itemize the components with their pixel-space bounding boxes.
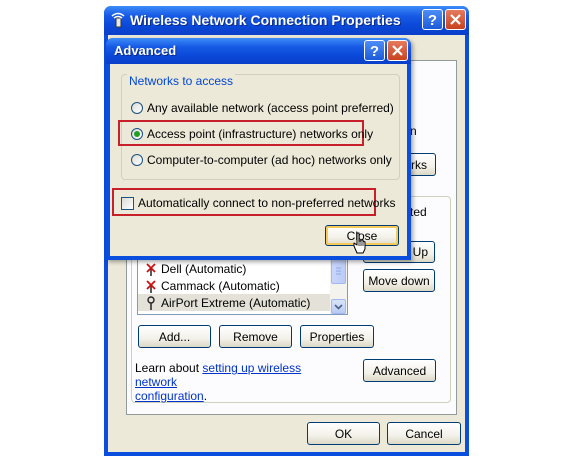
advanced-dialog-title: Advanced xyxy=(114,43,177,58)
move-down-label: Move down xyxy=(368,273,430,288)
wireless-network-icon xyxy=(147,295,155,310)
remove-button[interactable]: Remove xyxy=(219,325,292,348)
move-up-label: Up xyxy=(412,245,428,259)
antenna-icon xyxy=(146,279,156,293)
remove-label: Remove xyxy=(233,329,278,344)
move-down-button[interactable]: Move down xyxy=(363,269,435,292)
adhoc-radio[interactable] xyxy=(131,154,143,166)
help-icon: ? xyxy=(428,12,437,27)
ok-label: OK xyxy=(334,426,353,441)
advanced-close-x-button[interactable] xyxy=(387,40,408,61)
antenna-icon xyxy=(146,262,156,276)
advanced-label: Advanced xyxy=(372,363,427,378)
learn-about-prefix: Learn about xyxy=(135,361,203,375)
configuration-link[interactable]: configuration xyxy=(135,389,204,403)
advanced-help-button[interactable]: ? xyxy=(364,40,385,61)
partial-text-n: n xyxy=(410,124,417,138)
access-point-option[interactable]: Access point (infrastructure) networks o… xyxy=(131,127,373,141)
list-scroll-thumb[interactable] xyxy=(331,258,346,284)
list-clip-edge xyxy=(137,314,348,317)
cancel-label: Cancel xyxy=(405,426,443,441)
list-item-selected[interactable]: AirPort Extreme (Automatic) xyxy=(138,294,331,311)
properties-label: Properties xyxy=(309,329,365,344)
close-icon xyxy=(450,14,461,25)
access-point-label: Access point (infrastructure) networks o… xyxy=(147,127,374,141)
adhoc-label: Computer-to-computer (ad hoc) networks o… xyxy=(147,153,392,167)
list-item-label: AirPort Extreme (Automatic) xyxy=(161,295,311,310)
network-connection-icon xyxy=(111,12,125,28)
partial-text-ted: ted xyxy=(409,205,428,219)
help-icon: ? xyxy=(370,43,379,58)
properties-help-button[interactable]: ? xyxy=(422,9,443,30)
chevron-down-icon xyxy=(334,303,343,310)
list-item[interactable]: Dell (Automatic) xyxy=(138,260,331,277)
learn-about-text: Learn about setting up wireless network … xyxy=(135,361,345,403)
auto-connect-label: Automatically connect to non-preferred n… xyxy=(138,196,396,210)
auto-connect-checkbox[interactable] xyxy=(121,196,134,210)
any-network-label: Any available network (access point pref… xyxy=(147,101,394,115)
access-point-radio[interactable] xyxy=(131,128,143,140)
pointer-cursor-icon xyxy=(353,232,366,254)
ok-button[interactable]: OK xyxy=(307,422,380,445)
preferred-networks-list[interactable]: Dell (Automatic) Cammack (Automatic) Air… xyxy=(137,255,348,315)
any-network-option[interactable]: Any available network (access point pref… xyxy=(131,101,394,115)
adhoc-option[interactable]: Computer-to-computer (ad hoc) networks o… xyxy=(131,153,392,167)
add-button[interactable]: Add... xyxy=(138,325,211,348)
grip-icon xyxy=(336,267,341,275)
properties-button[interactable]: Properties xyxy=(300,325,374,348)
list-item[interactable]: Cammack (Automatic) xyxy=(138,277,331,294)
list-item-label: Dell (Automatic) xyxy=(161,261,247,276)
advanced-button[interactable]: Advanced xyxy=(363,359,436,382)
scroll-down-button[interactable] xyxy=(331,299,346,314)
properties-close-button[interactable] xyxy=(445,9,466,30)
auto-connect-option[interactable]: Automatically connect to non-preferred n… xyxy=(121,196,395,210)
learn-about-suffix: . xyxy=(203,389,208,403)
properties-window-title: Wireless Network Connection Properties xyxy=(130,12,401,28)
add-label: Add... xyxy=(158,329,191,344)
cancel-button[interactable]: Cancel xyxy=(387,422,461,445)
list-item-label: Cammack (Automatic) xyxy=(161,278,280,293)
svg-text:?: ? xyxy=(370,43,379,58)
any-network-radio[interactable] xyxy=(131,102,143,114)
networks-to-access-title: Networks to access xyxy=(127,74,236,88)
close-icon xyxy=(392,45,403,56)
svg-text:?: ? xyxy=(428,12,437,27)
view-wireless-networks-label: rks xyxy=(411,157,427,172)
